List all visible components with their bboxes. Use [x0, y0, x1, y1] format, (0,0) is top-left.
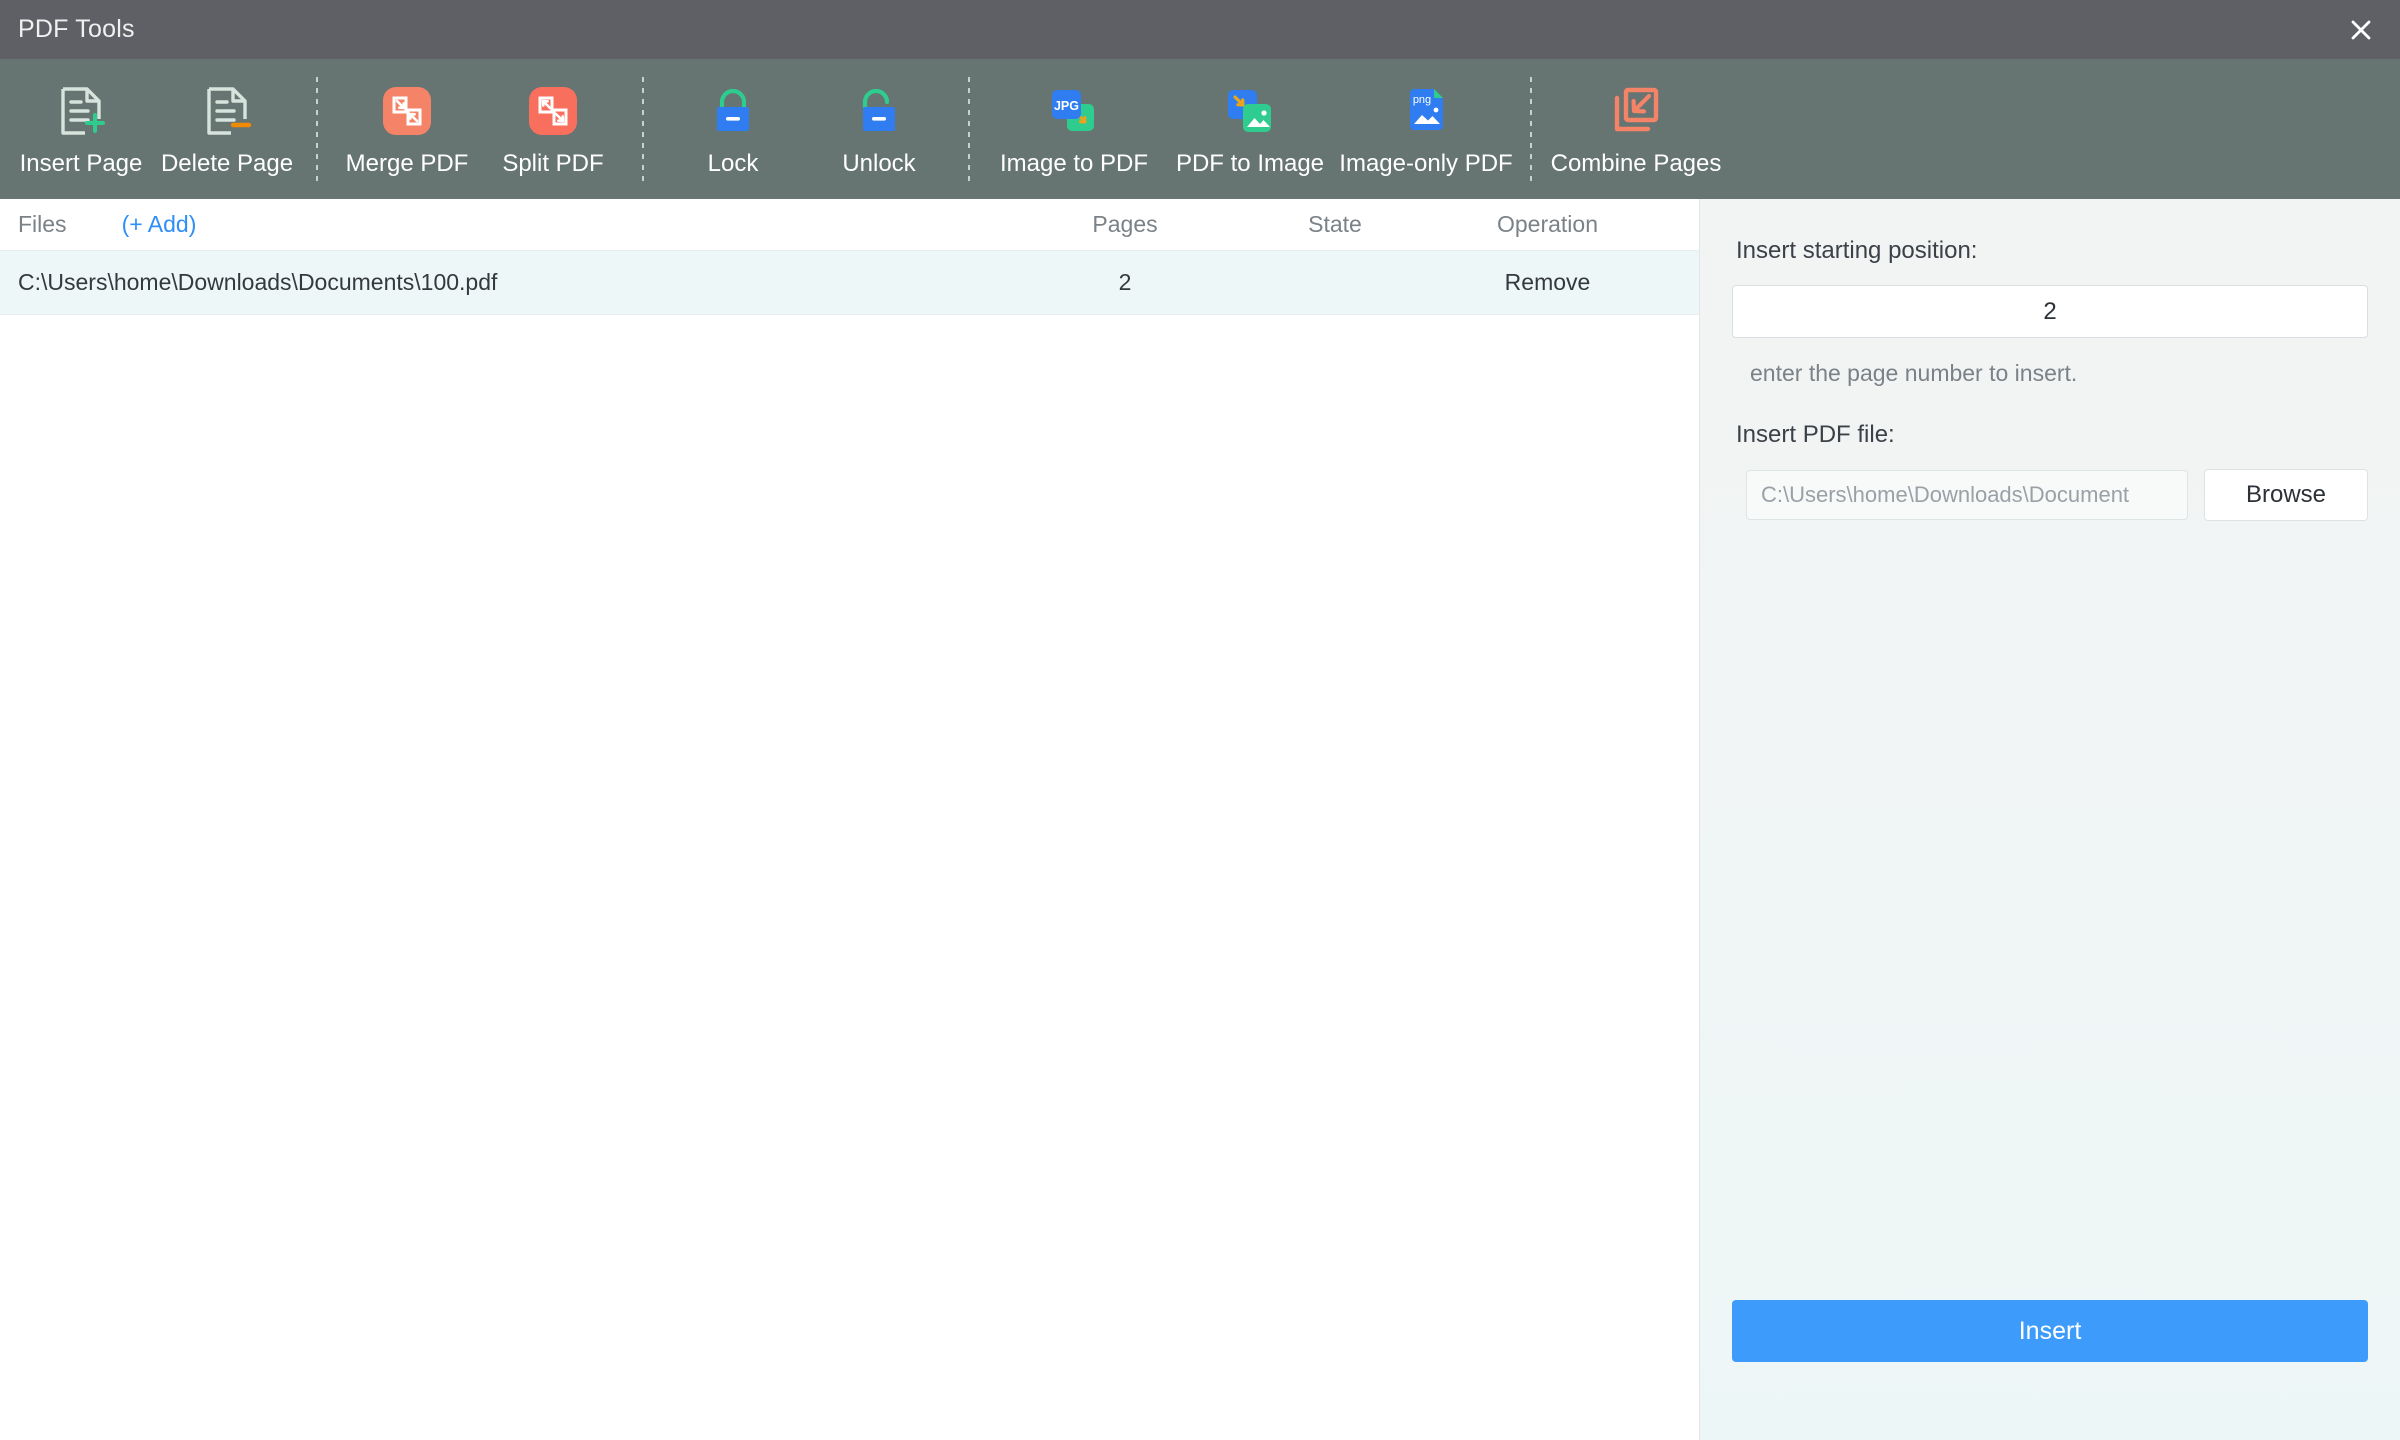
- toolbar-item-merge-pdf[interactable]: Merge PDF: [334, 59, 480, 199]
- main-body: Files (+ Add) Pages State Operation C:\U…: [0, 199, 2400, 1440]
- toolbar-label: Split PDF: [502, 150, 604, 177]
- row-remove-button[interactable]: Remove: [1440, 269, 1655, 296]
- pdf-to-image-icon: [1219, 83, 1281, 139]
- toolbar-item-split-pdf[interactable]: Split PDF: [480, 59, 626, 199]
- toolbar-label: Merge PDF: [345, 150, 469, 177]
- toolbar-label: Image-only PDF: [1339, 150, 1513, 177]
- header-files-label: Files: [18, 211, 67, 237]
- close-button[interactable]: [2322, 0, 2400, 59]
- toolbar-item-insert-page[interactable]: Insert Page: [8, 59, 154, 199]
- document-plus-icon: [50, 83, 112, 139]
- combine-icon: [1605, 83, 1667, 139]
- toolbar-separator: [968, 77, 970, 181]
- svg-text:JPG: JPG: [1054, 99, 1079, 113]
- toolbar: Insert Page Delete Page Merge PDF Split …: [0, 59, 2400, 199]
- file-list-empty-area: [0, 315, 1699, 1440]
- toolbar-label: Lock: [707, 150, 759, 177]
- insert-position-label: Insert starting position:: [1736, 237, 1978, 264]
- window-title: PDF Tools: [18, 15, 135, 43]
- insert-button[interactable]: Insert: [1732, 1300, 2368, 1362]
- row-pages: 2: [1118, 269, 1132, 295]
- merge-icon: [376, 83, 438, 139]
- toolbar-separator: [1530, 77, 1532, 181]
- lock-open-icon: [848, 83, 910, 139]
- toolbar-label: PDF to Image: [1175, 150, 1325, 177]
- insert-position-input[interactable]: [1732, 285, 2368, 338]
- header-files-cell: Files (+ Add): [0, 211, 1020, 238]
- toolbar-label: Unlock: [842, 150, 916, 177]
- toolbar-item-lock[interactable]: Lock: [660, 59, 806, 199]
- toolbar-item-pdf-to-image[interactable]: PDF to Image: [1162, 59, 1338, 199]
- close-icon: [2351, 20, 2371, 39]
- toolbar-item-image-only-pdf[interactable]: png Image-only PDF: [1338, 59, 1514, 199]
- toolbar-item-delete-page[interactable]: Delete Page: [154, 59, 300, 199]
- file-list-pane: Files (+ Add) Pages State Operation C:\U…: [0, 199, 1700, 1440]
- toolbar-label: Delete Page: [160, 150, 294, 177]
- jpg-to-pdf-icon: JPG: [1043, 83, 1105, 139]
- toolbar-label: Combine Pages: [1550, 150, 1722, 177]
- header-pages: Pages: [1092, 211, 1158, 237]
- split-icon: [522, 83, 584, 139]
- insert-file-row: Browse: [1746, 469, 2368, 521]
- panel-gap: [1732, 387, 2368, 421]
- browse-button[interactable]: Browse: [2204, 469, 2368, 521]
- header-state: State: [1308, 211, 1362, 237]
- panel-spacer: [1732, 521, 2368, 1300]
- add-file-link[interactable]: (+ Add): [122, 211, 197, 238]
- toolbar-label: Image to PDF: [999, 150, 1149, 177]
- toolbar-item-image-to-pdf[interactable]: JPG Image to PDF: [986, 59, 1162, 199]
- title-bar: PDF Tools: [0, 0, 2400, 59]
- table-row[interactable]: C:\Users\home\Downloads\Documents\100.pd…: [0, 251, 1699, 315]
- insert-file-input[interactable]: [1746, 470, 2188, 520]
- svg-text:png: png: [1413, 94, 1431, 106]
- header-operation: Operation: [1496, 211, 1598, 237]
- lock-closed-icon: [702, 83, 764, 139]
- pdf-tools-window: PDF Tools Insert Page Delete Page Merge …: [0, 0, 2400, 1440]
- file-table-header: Files (+ Add) Pages State Operation: [0, 199, 1699, 251]
- insert-position-help: enter the page number to insert.: [1750, 360, 2078, 386]
- png-document-icon: png: [1395, 83, 1457, 139]
- document-minus-icon: [196, 83, 258, 139]
- row-file-path: C:\Users\home\Downloads\Documents\100.pd…: [18, 269, 498, 295]
- toolbar-item-unlock[interactable]: Unlock: [806, 59, 952, 199]
- toolbar-separator: [642, 77, 644, 181]
- toolbar-item-combine-pages[interactable]: Combine Pages: [1548, 59, 1724, 199]
- toolbar-separator: [316, 77, 318, 181]
- toolbar-label: Insert Page: [19, 150, 143, 177]
- options-pane: Insert starting position: enter the page…: [1700, 199, 2400, 1440]
- insert-file-label: Insert PDF file:: [1736, 421, 1895, 448]
